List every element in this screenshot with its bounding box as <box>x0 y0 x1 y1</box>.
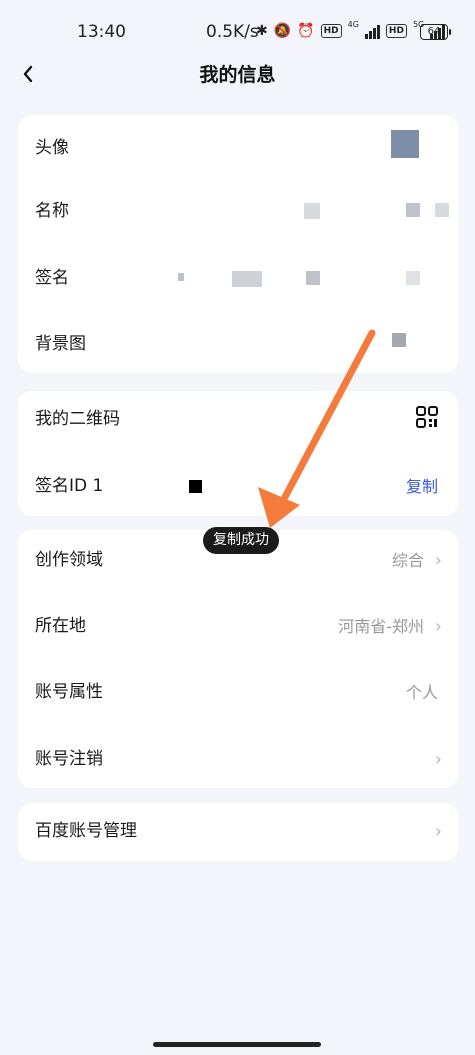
home-indicator[interactable] <box>153 1042 321 1047</box>
toast-message: 复制成功 <box>203 527 279 554</box>
